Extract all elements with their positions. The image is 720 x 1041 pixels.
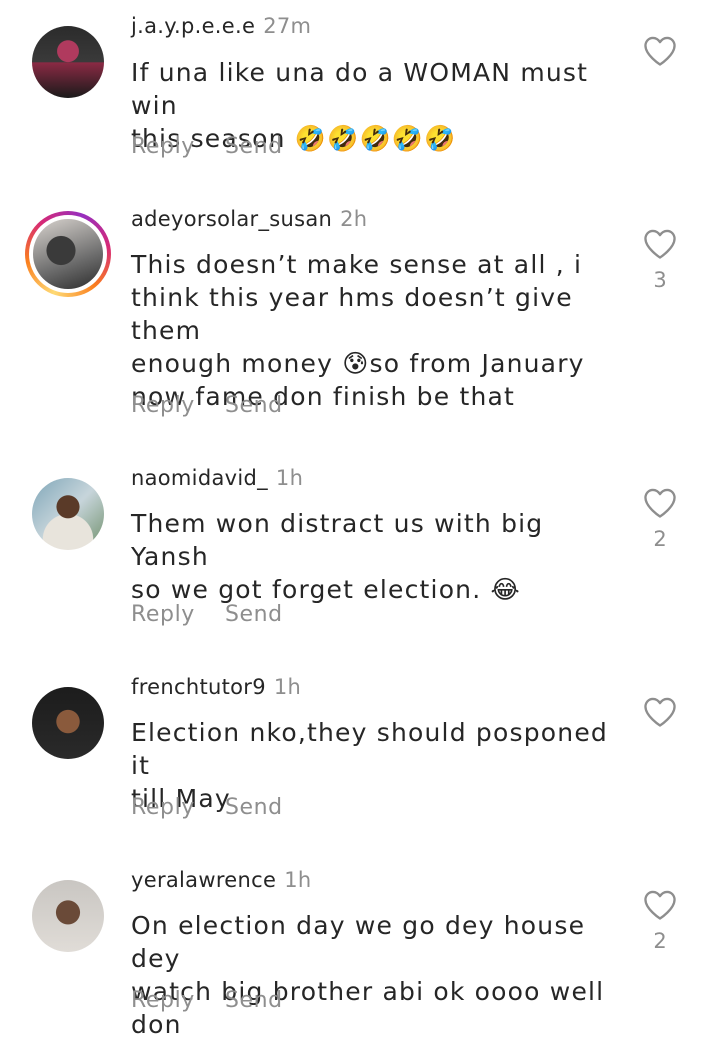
story-ring [29, 215, 107, 293]
username[interactable]: adeyorsolar_susan [131, 207, 332, 231]
send-button[interactable]: Send [225, 795, 283, 820]
comment-header: naomidavid_ 1h [131, 466, 303, 490]
reply-button[interactable]: Reply [131, 795, 195, 820]
username[interactable]: frenchtutor9 [131, 675, 266, 699]
send-button[interactable]: Send [225, 134, 283, 159]
comment-actions: Reply Send [131, 795, 283, 820]
reply-button[interactable]: Reply [131, 602, 195, 627]
timestamp: 1h [284, 868, 312, 892]
avatar[interactable] [32, 687, 104, 759]
like-count: 2 [653, 929, 667, 953]
comment-actions: Reply Send [131, 988, 283, 1013]
comment-text-line: enough money 😰so from January [131, 349, 585, 378]
avatar[interactable] [32, 478, 104, 550]
comment-text-line: Election nko,they should posponed it [131, 718, 608, 780]
comment-actions: Reply Send [131, 134, 283, 159]
send-button[interactable]: Send [225, 602, 283, 627]
comment-actions: Reply Send [131, 393, 283, 418]
comment-text-line: On election day we go dey house dey [131, 911, 586, 973]
send-button[interactable]: Send [225, 988, 283, 1013]
username[interactable]: yeralawrence [131, 868, 276, 892]
comment-text: On election day we go dey house dey watc… [131, 909, 621, 1041]
heart-icon[interactable] [642, 35, 678, 67]
username[interactable]: naomidavid_ [131, 466, 268, 490]
comment-text: This doesn’t make sense at all , i think… [131, 248, 621, 413]
username[interactable]: j.a.y.p.e.e.e [131, 14, 255, 38]
timestamp: 1h [273, 675, 302, 699]
comment-text-line: If una like una do a WOMAN must win [131, 58, 589, 120]
comment-text-line: Them won distract us with big Yansh [131, 509, 544, 571]
comment-header: yeralawrence 1h [131, 868, 311, 892]
comment-header: frenchtutor9 1h [131, 675, 301, 699]
heart-icon[interactable] [642, 889, 678, 921]
reply-button[interactable]: Reply [131, 134, 195, 159]
avatar-image [33, 219, 103, 289]
heart-icon[interactable] [642, 696, 678, 728]
comment-text-line: This doesn’t make sense at all , i [131, 250, 583, 279]
like-count: 3 [653, 268, 667, 292]
like-count: 2 [653, 527, 667, 551]
timestamp: 1h [275, 466, 304, 490]
comment-header: adeyorsolar_susan 2h [131, 207, 367, 231]
comment-actions: Reply Send [131, 602, 283, 627]
comment-text-line: think this year hms doesn’t give them [131, 283, 573, 345]
avatar[interactable] [32, 26, 104, 98]
comment-text: Them won distract us with big Yansh so w… [131, 507, 621, 606]
comment-header: j.a.y.p.e.e.e 27m [131, 14, 311, 38]
timestamp: 27m [263, 14, 312, 38]
send-button[interactable]: Send [225, 393, 283, 418]
reply-button[interactable]: Reply [131, 988, 195, 1013]
reply-button[interactable]: Reply [131, 393, 195, 418]
timestamp: 2h [340, 207, 368, 231]
avatar[interactable] [25, 211, 111, 297]
heart-icon[interactable] [642, 487, 678, 519]
avatar[interactable] [32, 880, 104, 952]
heart-icon[interactable] [642, 228, 678, 260]
